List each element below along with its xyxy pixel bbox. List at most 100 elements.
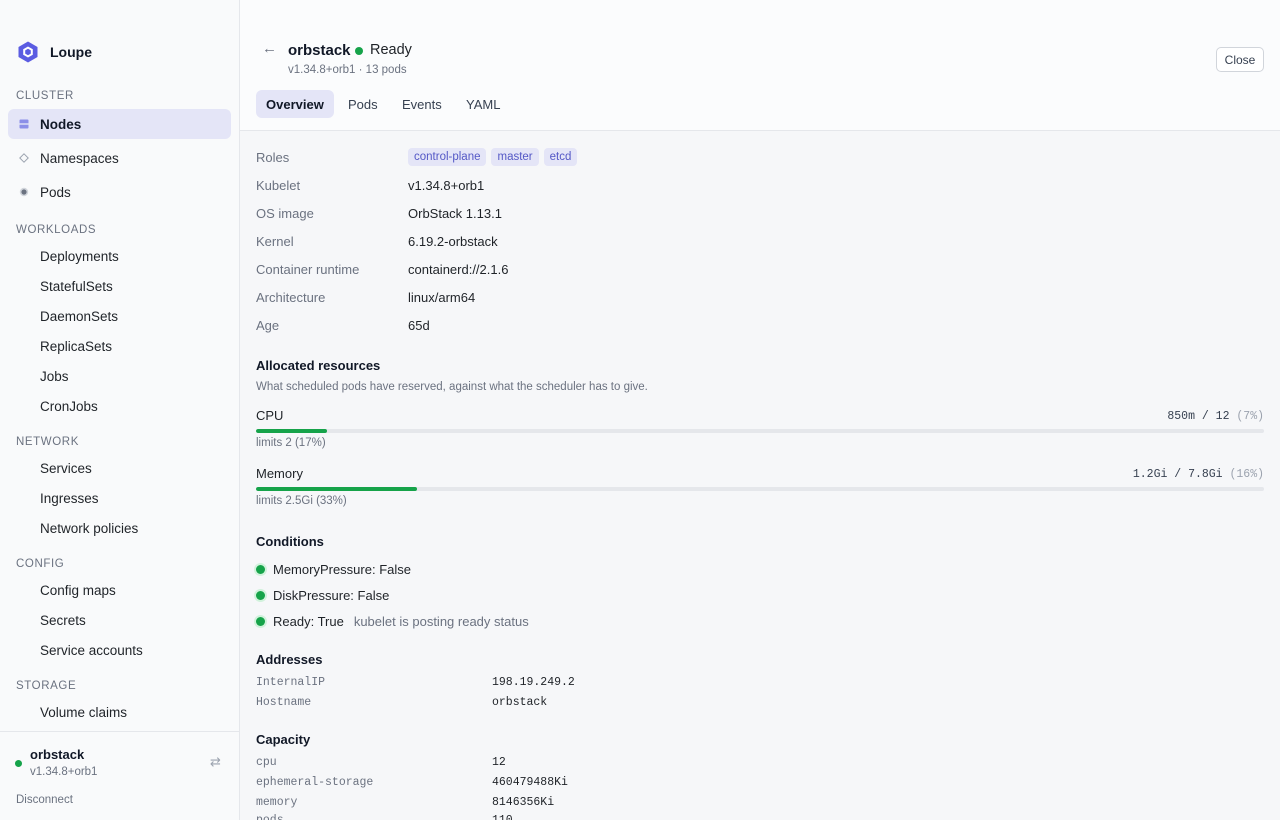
back-arrow-icon[interactable]: ←	[262, 40, 277, 57]
loupe-logo-icon	[18, 41, 38, 63]
info-value: containerd://2.1.6	[408, 262, 509, 277]
section-label-config: CONFIG	[16, 558, 65, 570]
sidebar-item-label: Config maps	[40, 582, 116, 598]
resource-name: Memory	[256, 466, 303, 481]
sidebar-item-label: Services	[40, 460, 92, 476]
sidebar-item-label: ReplicaSets	[40, 338, 113, 354]
sidebar-item-label: Namespaces	[40, 150, 119, 166]
info-value: 6.19.2-orbstack	[408, 234, 498, 249]
pod-dot-icon	[19, 187, 29, 197]
sidebar-item-service-accounts[interactable]: Service accounts	[8, 635, 231, 665]
info-value: v1.34.8+orb1	[408, 178, 485, 193]
address-value: orbstack	[492, 696, 548, 709]
page-title: orbstack	[288, 42, 351, 59]
condition-item: DiskPressure: False	[256, 588, 389, 603]
sidebar-item-config-maps[interactable]: Config maps	[8, 575, 231, 605]
address-key: Hostname	[256, 696, 312, 709]
addresses-title: Addresses	[256, 652, 323, 667]
capacity-key: cpu	[256, 756, 277, 769]
info-key: Kernel	[256, 234, 294, 249]
condition-ok-icon	[256, 617, 265, 626]
condition-item: Ready: True kubelet is posting ready sta…	[256, 614, 529, 629]
sidebar-item-label: Deployments	[40, 248, 119, 264]
condition-label: DiskPressure: False	[273, 588, 390, 603]
sidebar-item-ingresses[interactable]: Ingresses	[8, 483, 231, 513]
tab-yaml[interactable]: YAML	[456, 90, 510, 118]
info-value: OrbStack 1.13.1	[408, 206, 502, 221]
resource-limit: limits 2 (17%)	[256, 437, 326, 449]
address-value: 198.19.249.2	[492, 676, 575, 689]
section-label-cluster: CLUSTER	[16, 90, 74, 102]
capacity-title: Capacity	[256, 732, 311, 747]
sidebar-item-replicasets[interactable]: ReplicaSets	[8, 331, 231, 361]
sidebar-item-deployments[interactable]: Deployments	[8, 241, 231, 271]
detail-header: ← orbstack Ready v1.34.8+orb1 · 13 pods …	[240, 0, 1280, 131]
capacity-value: 8146356Ki	[492, 796, 555, 809]
sidebar-divider	[0, 731, 239, 732]
condition-ok-icon	[256, 565, 265, 574]
close-button[interactable]: Close	[1216, 47, 1264, 72]
sidebar-item-label: Secrets	[40, 612, 86, 628]
sidebar-item-statefulsets[interactable]: StatefulSets	[8, 271, 231, 301]
memory-usage-fill	[256, 487, 418, 491]
resource-name: CPU	[256, 408, 284, 423]
sidebar-item-services[interactable]: Services	[8, 453, 231, 483]
sidebar-item-namespaces[interactable]: Namespaces	[8, 143, 231, 173]
role-badge: etcd	[543, 148, 578, 166]
condition-item: MemoryPressure: False	[256, 562, 411, 577]
overview-panel: Roles control-plane master etcd Kubelet …	[240, 132, 1280, 820]
condition-label: Ready: True	[273, 614, 344, 629]
resource-amount: 850m / 12 (7%)	[1167, 410, 1264, 423]
resource-percent: (16%)	[1229, 468, 1264, 481]
conditions-title: Conditions	[256, 534, 324, 549]
brand[interactable]: Loupe	[16, 40, 92, 64]
status-badge: Ready	[370, 42, 412, 58]
resource-amount-value: 1.2Gi / 7.8Gi	[1132, 468, 1223, 481]
condition-note: kubelet is posting ready status	[353, 614, 529, 629]
info-value: linux/arm64	[408, 290, 476, 305]
capacity-key: memory	[256, 796, 298, 809]
cpu-usage-bar	[256, 429, 1264, 433]
disconnect-link[interactable]: Disconnect	[16, 794, 73, 806]
sidebar-item-label: Pods	[40, 184, 71, 200]
role-badge: master	[491, 148, 539, 166]
sidebar-item-network-policies[interactable]: Network policies	[8, 513, 231, 543]
sidebar-item-secrets[interactable]: Secrets	[8, 605, 231, 635]
sidebar-item-label: Nodes	[40, 116, 82, 132]
sidebar-item-label: Volume claims	[40, 704, 128, 720]
context-status-dot	[15, 760, 22, 767]
memory-usage-bar	[256, 487, 1264, 491]
resource-amount-value: 850m / 12	[1167, 410, 1230, 423]
tab-pods[interactable]: Pods	[338, 90, 388, 118]
info-key: Container runtime	[256, 262, 360, 277]
sidebar-item-label: Service accounts	[40, 642, 143, 658]
capacity-key: pods	[256, 814, 284, 820]
sidebar-item-label: DaemonSets	[40, 308, 119, 324]
sidebar-item-label: Ingresses	[40, 490, 99, 506]
sidebar-item-jobs[interactable]: Jobs	[8, 361, 231, 391]
address-key: InternalIP	[256, 676, 326, 689]
info-key: Kubelet	[256, 178, 301, 193]
resource-amount: 1.2Gi / 7.8Gi (16%)	[1133, 468, 1264, 481]
context-name[interactable]: orbstack	[30, 747, 84, 762]
tab-events[interactable]: Events	[392, 90, 452, 118]
role-badge: control-plane	[408, 148, 487, 166]
diamond-icon	[19, 153, 29, 163]
resource-limit: limits 2.5Gi (33%)	[256, 495, 347, 507]
switch-context-icon[interactable]: ⇄	[210, 754, 221, 770]
brand-name: Loupe	[50, 44, 92, 60]
status-dot	[355, 47, 363, 55]
section-label-network: NETWORK	[16, 436, 79, 448]
sidebar-item-daemonsets[interactable]: DaemonSets	[8, 301, 231, 331]
sidebar-item-volume-claims[interactable]: Volume claims	[8, 697, 231, 727]
condition-ok-icon	[256, 591, 265, 600]
sidebar-item-cronjobs[interactable]: CronJobs	[8, 391, 231, 421]
sidebar-item-pods[interactable]: Pods	[8, 177, 231, 207]
cpu-usage-fill	[256, 429, 327, 433]
sidebar-item-nodes[interactable]: Nodes	[8, 109, 231, 139]
info-key: OS image	[256, 206, 314, 221]
section-label-workloads: WORKLOADS	[16, 224, 97, 236]
sidebar-item-label: CronJobs	[40, 398, 98, 414]
context-version: v1.34.8+orb1	[30, 766, 98, 778]
tab-overview[interactable]: Overview	[256, 90, 334, 118]
